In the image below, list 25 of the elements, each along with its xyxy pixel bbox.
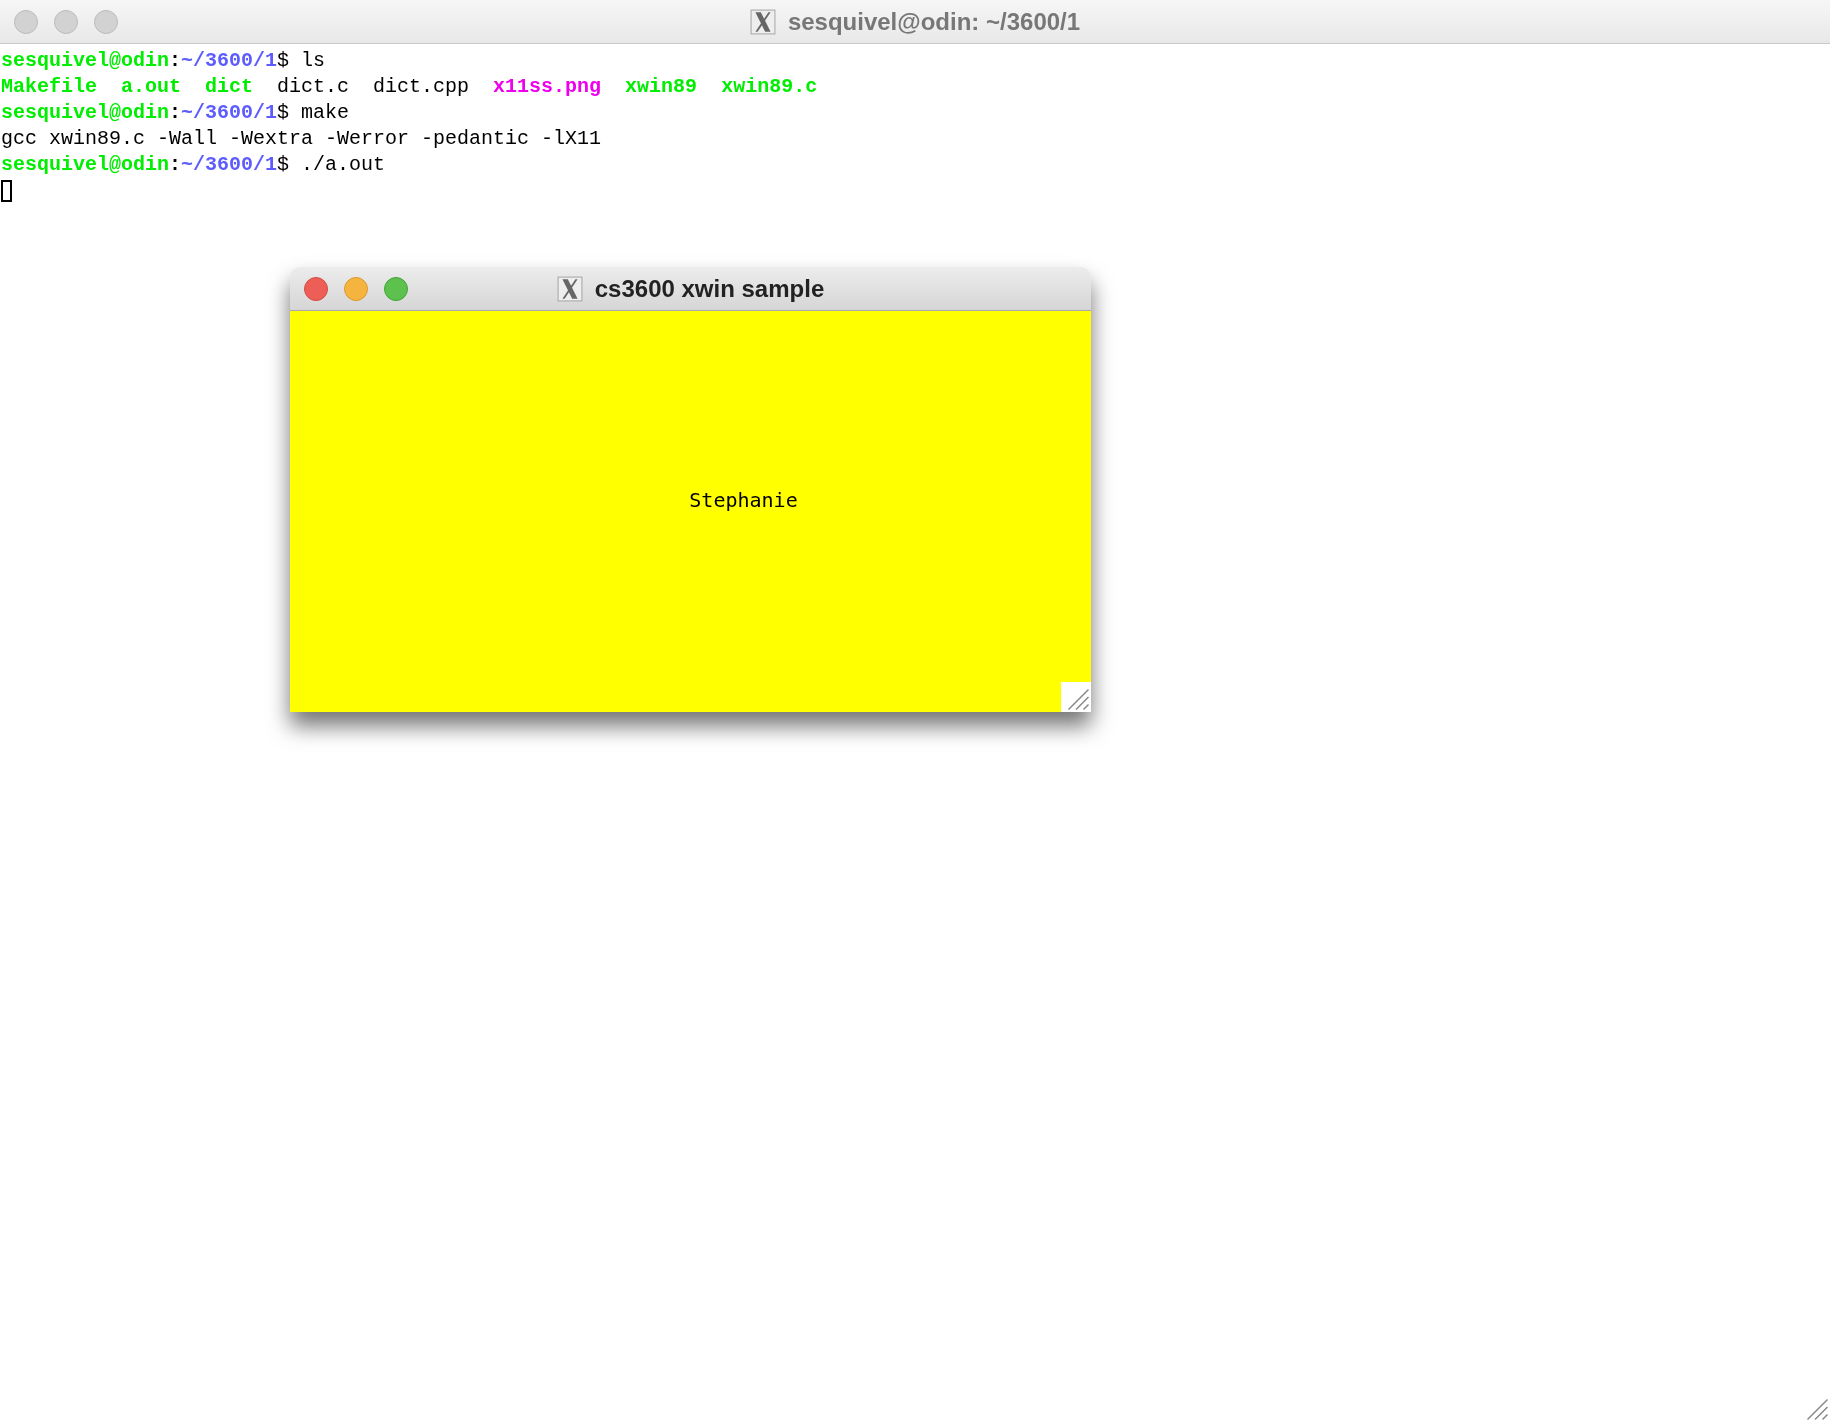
window-title: sesquivel@odin: ~/3600/1 — [787, 7, 1081, 36]
file-name: xwin89.c — [721, 74, 818, 100]
zoom-button[interactable] — [94, 9, 118, 34]
canvas-text: Stephanie — [689, 487, 798, 512]
file-name: dict.c — [277, 74, 350, 100]
file-name: Makefile — [1, 74, 97, 100]
x11-icon — [556, 275, 583, 302]
file-name: dict.cpp — [373, 74, 470, 100]
terminal-line: sesquivel@odin:~/3600/1$ ./a.out — [1, 152, 386, 178]
window-title: cs3600 xwin sample — [594, 274, 825, 303]
zoom-button[interactable] — [384, 276, 408, 301]
terminal-line: gcc xwin89.c -Wall -Wextra -Werror -pedantic -lX11 — [1, 126, 602, 152]
file-name: xwin89 — [625, 74, 698, 100]
minimize-button[interactable] — [54, 9, 78, 34]
resize-grip-icon[interactable] — [1061, 682, 1091, 712]
minimize-button[interactable] — [344, 276, 368, 301]
file-name: a.out — [121, 74, 182, 100]
terminal-line: sesquivel@odin:~/3600/1$ make — [1, 100, 350, 126]
file-name: x11ss.png — [493, 74, 602, 100]
close-button[interactable] — [304, 276, 328, 301]
terminal-line: sesquivel@odin:~/3600/1$ ls — [1, 48, 326, 74]
text-cursor — [1, 180, 12, 202]
x11-icon — [749, 8, 776, 35]
close-button[interactable] — [14, 9, 38, 34]
file-name: dict — [205, 74, 254, 100]
